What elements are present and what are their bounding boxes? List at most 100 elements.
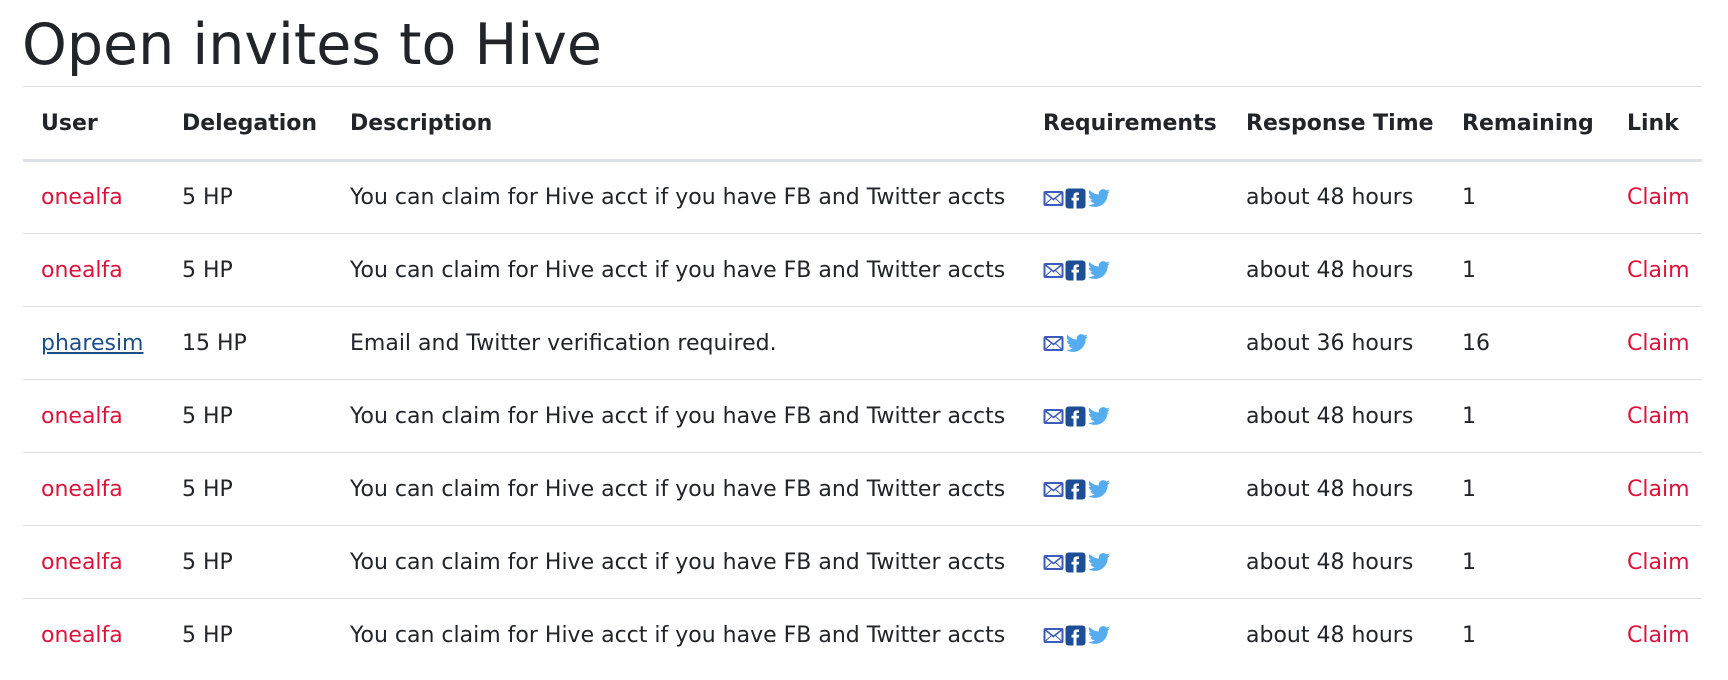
- link-cell: Claim: [1609, 306, 1702, 380]
- description-cell: You can claim for Hive acct if you have …: [332, 160, 1025, 234]
- response-time-cell: about 48 hours: [1228, 452, 1444, 526]
- table-header-row: User Delegation Description Requirements…: [23, 86, 1702, 162]
- facebook-icon: [1065, 406, 1086, 427]
- table-row: onealfa 5 HP You can claim for Hive acct i…: [23, 233, 1702, 307]
- description-cell: You can claim for Hive acct if you have …: [332, 233, 1025, 307]
- page-title: Open invites to Hive: [22, 12, 602, 78]
- requirements-cell: [1025, 599, 1228, 672]
- description-cell: You can claim for Hive acct if you have …: [332, 452, 1025, 526]
- facebook-icon: [1065, 188, 1086, 209]
- user-link[interactable]: onealfa: [41, 550, 123, 575]
- facebook-icon: [1065, 479, 1086, 500]
- link-cell: Claim: [1609, 525, 1702, 599]
- twitter-icon: [1087, 188, 1111, 209]
- user-cell: pharesim: [23, 306, 164, 380]
- claim-link[interactable]: Claim: [1627, 185, 1690, 210]
- remaining-cell: 1: [1444, 452, 1609, 526]
- email-icon: [1043, 625, 1064, 646]
- description-cell: You can claim for Hive acct if you have …: [332, 525, 1025, 599]
- email-icon: [1043, 552, 1064, 573]
- email-icon: [1043, 479, 1064, 500]
- claim-link[interactable]: Claim: [1627, 623, 1690, 648]
- user-link[interactable]: onealfa: [41, 185, 123, 210]
- requirements-icons: [1043, 333, 1089, 354]
- column-header-link: Link: [1609, 86, 1702, 162]
- response-time-cell: about 48 hours: [1228, 379, 1444, 453]
- email-icon: [1043, 333, 1064, 354]
- column-header-user: User: [23, 86, 164, 162]
- twitter-icon: [1087, 479, 1111, 500]
- link-cell: Claim: [1609, 233, 1702, 307]
- table-row: onealfa 5 HP You can claim for Hive acct i…: [23, 599, 1702, 672]
- twitter-icon: [1087, 260, 1111, 281]
- response-time-cell: about 36 hours: [1228, 306, 1444, 380]
- column-header-requirements: Requirements: [1025, 86, 1228, 162]
- requirements-cell: [1025, 160, 1228, 234]
- user-link[interactable]: onealfa: [41, 623, 123, 648]
- table-row: onealfa 5 HP You can claim for Hive acct i…: [23, 379, 1702, 453]
- link-cell: Claim: [1609, 452, 1702, 526]
- user-cell: onealfa: [23, 379, 164, 453]
- table-row: onealfa 5 HP You can claim for Hive acct i…: [23, 452, 1702, 526]
- remaining-cell: 1: [1444, 233, 1609, 307]
- column-header-remaining: Remaining: [1444, 86, 1609, 162]
- table-row: onealfa 5 HP You can claim for Hive acct i…: [23, 525, 1702, 599]
- invites-table: User Delegation Description Requirements…: [23, 86, 1702, 672]
- requirements-icons: [1043, 406, 1111, 427]
- delegation-cell: 5 HP: [164, 233, 332, 307]
- response-time-cell: about 48 hours: [1246, 622, 1414, 648]
- requirements-icons: [1043, 479, 1111, 500]
- response-time-cell: about 48 hours: [1228, 233, 1444, 307]
- claim-link[interactable]: Claim: [1627, 331, 1690, 356]
- twitter-icon: [1087, 625, 1111, 646]
- remaining-cell: 1: [1444, 160, 1609, 234]
- table-row: onealfa 5 HP You can claim for Hive acct i…: [23, 160, 1702, 234]
- invites-table-body: onealfa 5 HP You can claim for Hive acct i…: [23, 160, 1702, 672]
- remaining-cell: 1: [1444, 525, 1609, 599]
- user-link[interactable]: onealfa: [41, 477, 123, 502]
- requirements-cell: [1025, 306, 1228, 380]
- column-header-response-time: Response Time: [1228, 86, 1444, 162]
- twitter-icon: [1087, 552, 1111, 573]
- claim-link[interactable]: Claim: [1627, 550, 1690, 575]
- user-link[interactable]: onealfa: [41, 404, 123, 429]
- response-time-cell: about 48 hours: [1228, 525, 1444, 599]
- delegation-cell: 15 HP: [164, 306, 332, 380]
- description-cell: Email and Twitter verification required.: [332, 306, 1025, 380]
- description-cell: You can claim for Hive acct if you have …: [332, 379, 1025, 453]
- claim-link[interactable]: Claim: [1627, 258, 1690, 283]
- delegation-cell: 5 HP: [164, 160, 332, 234]
- link-cell: Claim: [1609, 599, 1702, 672]
- remaining-cell: 1: [1444, 379, 1609, 453]
- delegation-cell: 5 HP: [182, 622, 233, 648]
- requirements-cell: [1025, 525, 1228, 599]
- user-cell: onealfa: [23, 160, 164, 234]
- delegation-cell: 5 HP: [164, 452, 332, 526]
- twitter-icon: [1087, 406, 1111, 427]
- facebook-icon: [1065, 625, 1086, 646]
- delegation-cell: 5 HP: [164, 379, 332, 453]
- email-icon: [1043, 260, 1064, 281]
- claim-link[interactable]: Claim: [1627, 477, 1690, 502]
- table-row: pharesim 15 HP Email and Twitter verificat…: [23, 306, 1702, 380]
- requirements-cell: [1025, 233, 1228, 307]
- user-cell: onealfa: [23, 599, 164, 672]
- email-icon: [1043, 188, 1064, 209]
- requirements-icons: [1043, 552, 1111, 573]
- description-cell: You can claim for Hive acct if you have …: [350, 622, 1006, 648]
- requirements-cell: [1025, 452, 1228, 526]
- user-link[interactable]: pharesim: [41, 331, 144, 356]
- requirements-icons: [1043, 625, 1111, 646]
- link-cell: Claim: [1609, 160, 1702, 234]
- column-header-delegation: Delegation: [164, 86, 332, 162]
- column-header-description: Description: [332, 86, 1025, 162]
- user-cell: onealfa: [23, 233, 164, 307]
- requirements-cell: [1025, 379, 1228, 453]
- facebook-icon: [1065, 552, 1086, 573]
- remaining-cell: 1: [1462, 622, 1476, 648]
- claim-link[interactable]: Claim: [1627, 404, 1690, 429]
- user-cell: onealfa: [23, 525, 164, 599]
- user-cell: onealfa: [23, 452, 164, 526]
- user-link[interactable]: onealfa: [41, 258, 123, 283]
- response-time-cell: about 48 hours: [1228, 160, 1444, 234]
